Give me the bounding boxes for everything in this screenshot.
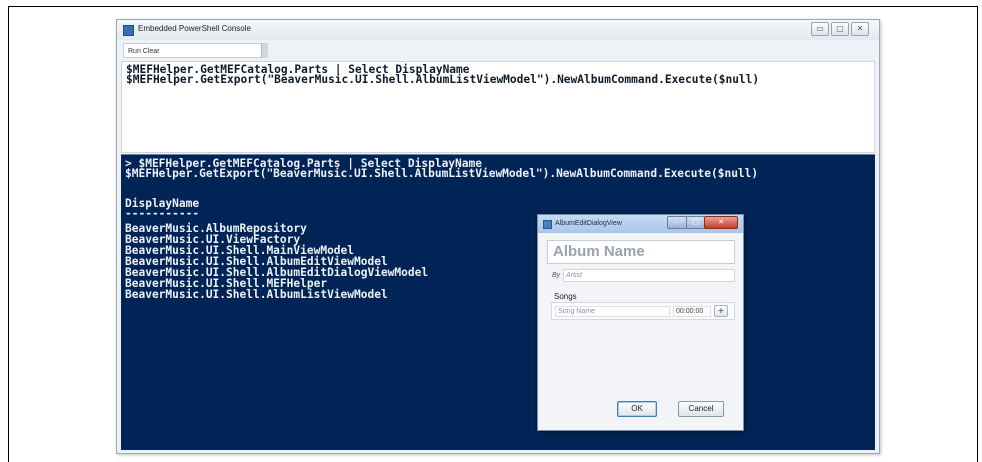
- dialog-close-button[interactable]: ✕: [704, 216, 738, 229]
- dialog-title: AlbumEditDialogView: [555, 220, 622, 227]
- console-output-item: BeaverMusic.UI.Shell.AlbumListViewModel: [125, 288, 388, 301]
- console-command-line: $MEFHelper.GetExport("BeaverMusic.UI.She…: [125, 167, 759, 180]
- album-edit-dialog: AlbumEditDialogView – □ ✕ Album Name By …: [537, 214, 744, 431]
- songs-list: Song Name 00:00:00 +: [551, 302, 735, 320]
- dialog-app-icon: [543, 220, 552, 229]
- powershell-console-window: Embedded PowerShell Console ▭ ▢ ✕ Run Cl…: [116, 19, 880, 454]
- close-button[interactable]: ✕: [851, 22, 869, 36]
- dialog-titlebar[interactable]: AlbumEditDialogView – □ ✕: [538, 215, 743, 233]
- app-icon: [123, 25, 134, 36]
- frame-border-top: [8, 6, 978, 7]
- toolbar-grip[interactable]: [261, 43, 268, 58]
- artist-input[interactable]: Artist: [563, 269, 735, 282]
- add-song-button[interactable]: +: [714, 305, 728, 317]
- window-title: Embedded PowerShell Console: [138, 24, 251, 33]
- toolbar: Run Clear: [121, 42, 873, 60]
- album-name-input[interactable]: Album Name: [547, 240, 735, 264]
- song-name-input[interactable]: Song Name: [555, 306, 670, 317]
- console-output-pane[interactable]: > $MEFHelper.GetMEFCatalog.Parts | Selec…: [121, 154, 875, 450]
- dialog-minimize-button[interactable]: –: [667, 216, 687, 229]
- by-label: By: [552, 272, 561, 279]
- run-clear-button[interactable]: Run Clear: [123, 43, 265, 58]
- maximize-button[interactable]: ▢: [831, 22, 849, 36]
- ok-button[interactable]: OK: [617, 401, 657, 417]
- frame-border-left: [8, 6, 9, 462]
- input-line: $MEFHelper.GetExport("BeaverMusic.UI.She…: [126, 73, 760, 86]
- song-duration-input[interactable]: 00:00:00: [673, 306, 711, 317]
- frame-border-right: [977, 6, 978, 462]
- console-output-separator: -----------: [125, 207, 200, 220]
- cancel-button[interactable]: Cancel: [678, 401, 724, 417]
- minimize-button[interactable]: ▭: [811, 22, 829, 36]
- dialog-maximize-button[interactable]: □: [686, 216, 705, 229]
- script-input-pane[interactable]: $MEFHelper.GetMEFCatalog.Parts | Select …: [121, 61, 875, 153]
- window-titlebar[interactable]: Embedded PowerShell Console ▭ ▢ ✕: [117, 20, 879, 40]
- songs-label: Songs: [554, 292, 577, 301]
